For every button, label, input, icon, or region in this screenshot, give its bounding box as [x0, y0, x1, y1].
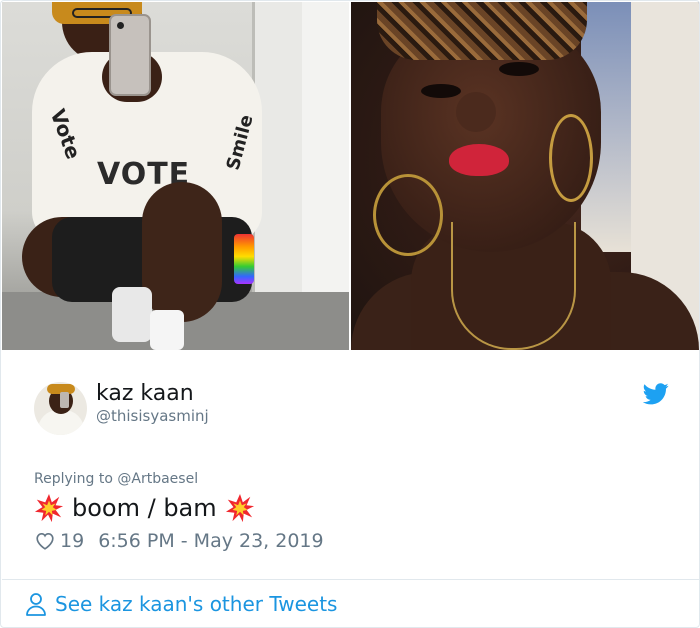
collision-emoji-icon: [225, 493, 254, 523]
photo-sock: [150, 310, 184, 350]
see-other-tweets-link[interactable]: See kaz kaan's other Tweets: [25, 591, 337, 617]
person-icon: [26, 593, 46, 616]
photo-sneaker: [112, 287, 152, 342]
phone-camera: [117, 22, 124, 29]
photo-hoop-earring-right: [549, 114, 593, 202]
photo-nose: [456, 92, 496, 132]
photo-leg-right: [142, 182, 222, 322]
photo-eye-right: [499, 62, 539, 76]
tweet-text: boom / bam: [34, 493, 255, 523]
photo-phone: [109, 14, 151, 96]
heart-icon[interactable]: [34, 530, 56, 552]
tweet-media-grid: VOTE Vote Smile: [2, 2, 699, 350]
photo-eye-left: [421, 84, 461, 98]
like-count[interactable]: 19: [60, 530, 84, 552]
tweet-body-text: boom / bam: [72, 494, 217, 522]
reply-prefix: Replying to: [34, 471, 113, 487]
photo-necklace: [451, 222, 576, 350]
twitter-bird-icon[interactable]: [643, 383, 669, 405]
tweet-timestamp[interactable]: 6:56 PM - May 23, 2019: [98, 530, 323, 552]
photo-headwrap: [377, 2, 587, 60]
photo-rainbow-stripe: [234, 234, 254, 284]
see-other-tweets-label[interactable]: See kaz kaan's other Tweets: [55, 592, 337, 616]
tweet-meta: 19 6:56 PM - May 23, 2019: [34, 529, 324, 553]
collision-emoji-icon: [34, 493, 64, 523]
reply-to-link[interactable]: @Artbaesel: [117, 471, 198, 487]
author-display-name[interactable]: kaz kaan: [96, 381, 194, 407]
photo-lips: [449, 144, 509, 176]
avatar[interactable]: [34, 382, 87, 435]
reply-context: Replying to @Artbaesel: [34, 470, 198, 488]
embedded-tweet-card: VOTE Vote Smile kaz kaan @thisisyasminj …: [0, 0, 700, 628]
tweet-photo-portrait[interactable]: [351, 2, 699, 350]
footer-divider: [2, 579, 699, 580]
author-handle[interactable]: @thisisyasminj: [96, 407, 209, 425]
avatar-phone: [60, 392, 69, 408]
photo-hoop-earring-left: [373, 174, 443, 256]
tweet-photo-mirror-selfie[interactable]: VOTE Vote Smile: [2, 2, 349, 350]
